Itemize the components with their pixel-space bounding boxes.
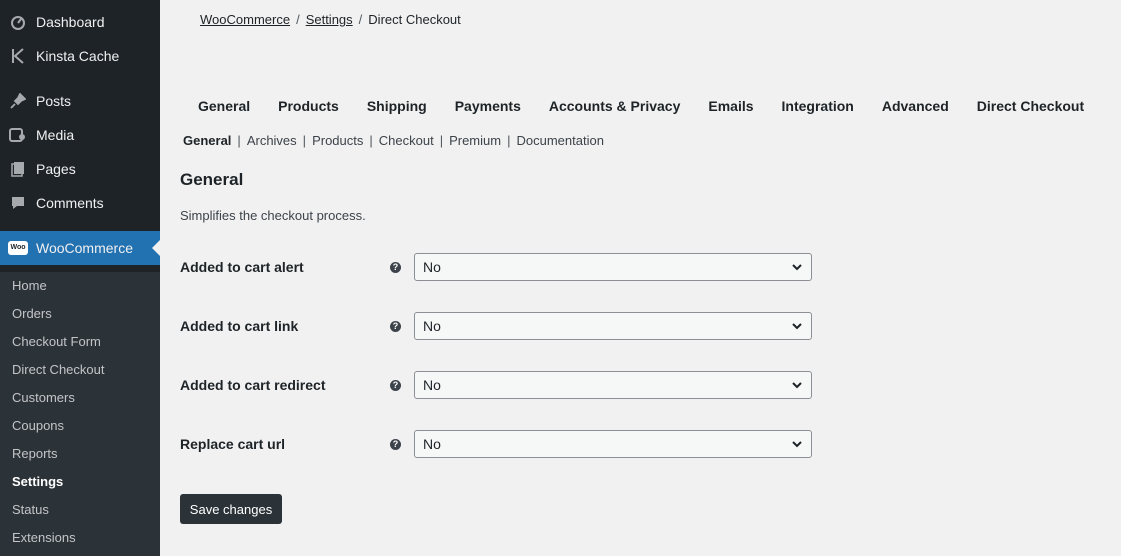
tab-products[interactable]: Products: [264, 96, 353, 116]
submenu-item-home[interactable]: Home: [12, 276, 47, 296]
kinsta-icon: [8, 48, 28, 64]
help-icon[interactable]: ?: [390, 321, 401, 332]
added-to-cart-link-select[interactable]: No: [414, 312, 812, 340]
field-label: Added to cart link: [180, 318, 299, 334]
field-label: Added to cart redirect: [180, 377, 326, 393]
menu-item-label: WooCommerce: [36, 240, 133, 256]
breadcrumb-link-woocommerce[interactable]: WooCommerce: [200, 12, 290, 27]
field-row-added-to-cart-alert: Added to cart alert ? No: [180, 253, 820, 283]
menu-item-media[interactable]: Media: [0, 121, 160, 149]
woocommerce-submenu: Home Orders Checkout Form Direct Checkou…: [0, 272, 160, 556]
menu-item-label: Media: [36, 127, 75, 143]
menu-item-label: Comments: [36, 195, 104, 211]
section-link-general[interactable]: General: [183, 133, 231, 148]
submenu-item-customers[interactable]: Customers: [12, 388, 75, 408]
breadcrumb-separator: /: [358, 12, 363, 27]
submenu-item-orders[interactable]: Orders: [12, 304, 52, 324]
chevron-down-icon: [792, 323, 802, 330]
submenu-item-status[interactable]: Status: [12, 500, 49, 520]
menu-item-pages[interactable]: Pages: [0, 155, 160, 183]
comments-icon: [8, 195, 28, 211]
tab-direct-checkout[interactable]: Direct Checkout: [963, 96, 1098, 116]
tab-general[interactable]: General: [183, 96, 264, 116]
current-menu-arrow: [152, 240, 160, 256]
section-separator: |: [237, 133, 241, 148]
section-separator: |: [439, 133, 444, 148]
field-row-replace-cart-url: Replace cart url ? No: [180, 430, 820, 460]
section-link-archives[interactable]: Archives: [247, 133, 297, 148]
tab-integration[interactable]: Integration: [768, 96, 868, 116]
help-icon[interactable]: ?: [390, 439, 401, 450]
submenu-item-reports[interactable]: Reports: [12, 444, 58, 464]
menu-item-label: Kinsta Cache: [36, 48, 120, 64]
section-title: General: [180, 170, 244, 189]
help-icon[interactable]: ?: [390, 262, 401, 273]
field-label: Added to cart alert: [180, 259, 304, 275]
submenu-item-coupons[interactable]: Coupons: [12, 416, 64, 436]
menu-item-woocommerce[interactable]: Woo WooCommerce: [0, 231, 160, 265]
tab-accounts-privacy[interactable]: Accounts & Privacy: [535, 96, 695, 116]
menu-item-dashboard[interactable]: Dashboard: [0, 8, 160, 36]
dashboard-icon: [8, 14, 28, 30]
chevron-down-icon: [792, 264, 802, 271]
help-icon[interactable]: ?: [390, 380, 401, 391]
admin-sidebar: Dashboard Kinsta Cache Posts Media Pages…: [0, 0, 160, 556]
breadcrumb-link-settings[interactable]: Settings: [306, 12, 353, 27]
menu-item-label: Posts: [36, 93, 72, 109]
select-value: No: [423, 436, 441, 452]
section-separator: |: [369, 133, 373, 148]
field-row-added-to-cart-link: Added to cart link ? No: [180, 312, 820, 342]
pages-icon: [8, 161, 28, 177]
pin-icon: [8, 93, 28, 109]
tab-payments[interactable]: Payments: [441, 96, 535, 116]
menu-item-label: Pages: [36, 161, 76, 177]
woocommerce-logo: Woo: [8, 241, 28, 255]
tab-advanced[interactable]: Advanced: [868, 96, 963, 116]
breadcrumb-separator: /: [296, 12, 300, 27]
section-description: Simplifies the checkout process.: [180, 208, 366, 223]
section-separator: |: [302, 133, 307, 148]
field-row-added-to-cart-redirect: Added to cart redirect ? No: [180, 371, 820, 401]
section-link-products[interactable]: Products: [312, 133, 363, 148]
woocommerce-icon: Woo: [8, 241, 28, 255]
chevron-down-icon: [792, 441, 802, 448]
section-links: General | Archives | Products | Checkout | P…: [183, 133, 604, 148]
tab-emails[interactable]: Emails: [694, 96, 767, 116]
section-link-checkout[interactable]: Checkout: [379, 133, 434, 148]
menu-item-posts[interactable]: Posts: [0, 87, 160, 115]
select-value: No: [423, 377, 441, 393]
save-changes-button[interactable]: Save changes: [180, 494, 282, 524]
submenu-item-extensions[interactable]: Extensions: [12, 528, 76, 548]
menu-item-kinsta-cache[interactable]: Kinsta Cache: [0, 42, 160, 70]
submenu-item-checkout-form[interactable]: Checkout Form: [12, 332, 101, 352]
section-link-premium[interactable]: Premium: [449, 133, 501, 148]
section-link-documentation[interactable]: Documentation: [516, 133, 603, 148]
section-separator: |: [507, 133, 511, 148]
tab-shipping[interactable]: Shipping: [353, 96, 441, 116]
field-label: Replace cart url: [180, 436, 286, 452]
breadcrumb-current: Direct Checkout: [368, 12, 461, 27]
added-to-cart-alert-select[interactable]: No: [414, 253, 812, 281]
select-value: No: [423, 259, 441, 275]
settings-tabs: General Products Shipping Payments Accou…: [183, 96, 1098, 116]
breadcrumb: WooCommerce / Settings / Direct Checkout: [200, 12, 461, 27]
submenu-item-direct-checkout[interactable]: Direct Checkout: [12, 360, 104, 380]
select-value: No: [423, 318, 441, 334]
submenu-item-settings[interactable]: Settings: [12, 472, 63, 492]
added-to-cart-redirect-select[interactable]: No: [414, 371, 812, 399]
replace-cart-url-select[interactable]: No: [414, 430, 812, 458]
menu-item-comments[interactable]: Comments: [0, 189, 160, 217]
media-icon: [8, 127, 28, 143]
menu-item-label: Dashboard: [36, 14, 105, 30]
chevron-down-icon: [792, 382, 802, 389]
